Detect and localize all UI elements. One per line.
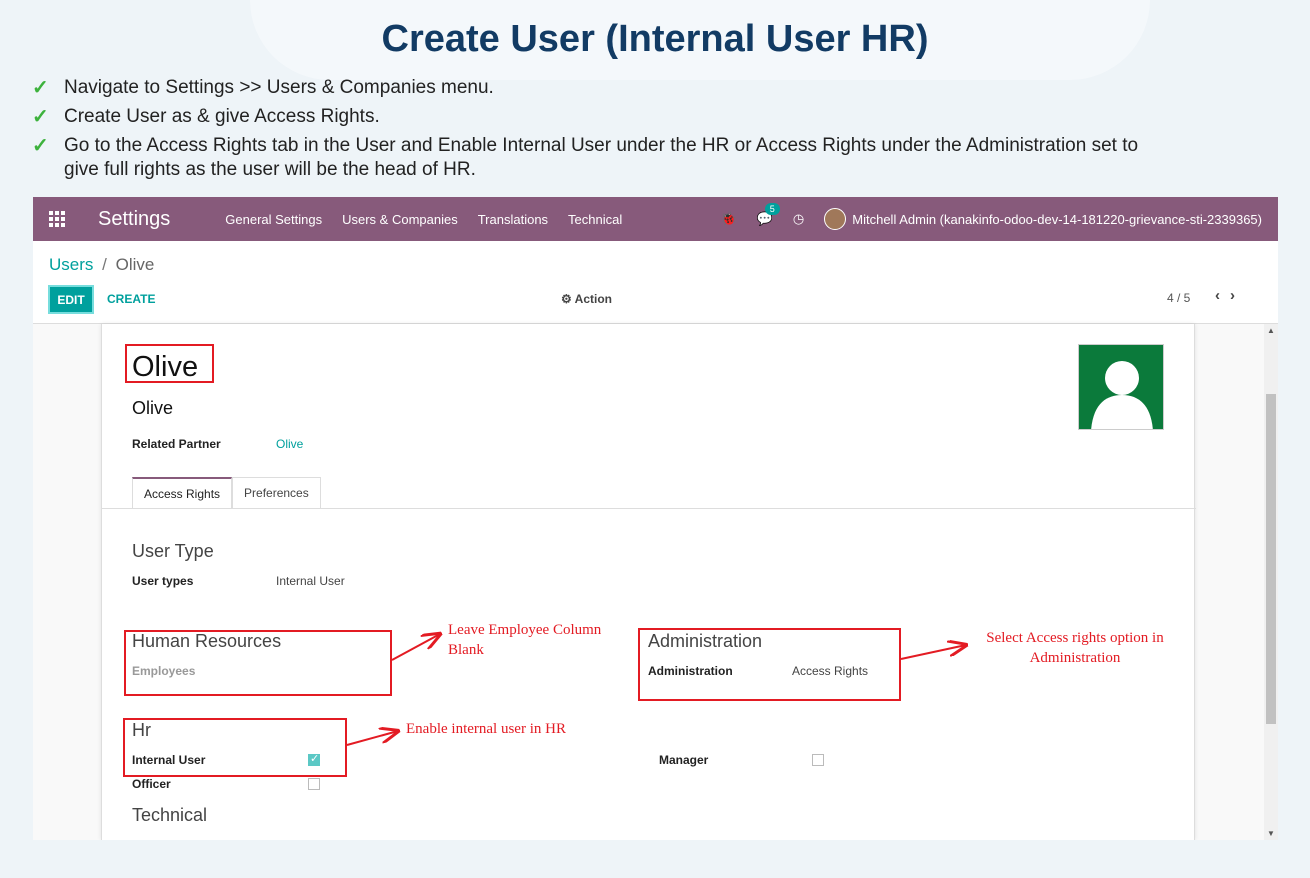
menu-users-companies[interactable]: Users & Companies xyxy=(342,212,458,227)
instruction-item: ✓ Navigate to Settings >> Users & Compan… xyxy=(32,76,1162,100)
app-name[interactable]: Settings xyxy=(98,208,170,231)
manager-checkbox[interactable] xyxy=(812,754,824,766)
hr-highlight-box xyxy=(123,718,347,777)
apps-grid-icon[interactable] xyxy=(49,211,65,227)
breadcrumb: Users / Olive xyxy=(49,255,154,275)
officer-checkbox[interactable] xyxy=(308,778,320,790)
pager-arrows: ‹› xyxy=(1215,287,1245,304)
breadcrumb-current: Olive xyxy=(115,255,155,274)
related-partner-label: Related Partner xyxy=(132,437,221,451)
menu-technical[interactable]: Technical xyxy=(568,212,622,227)
user-types-value[interactable]: Internal User xyxy=(276,574,345,588)
administration-highlight-box xyxy=(638,628,901,701)
tab-preferences[interactable]: Preferences xyxy=(232,477,321,509)
name-highlight-box xyxy=(125,344,214,383)
user-silhouette-icon xyxy=(1091,361,1153,429)
slide-title: Create User (Internal User HR) xyxy=(381,18,929,60)
check-icon: ✓ xyxy=(32,106,49,128)
chat-icon[interactable]: 💬 5 xyxy=(757,203,780,227)
instruction-text: Navigate to Settings >> Users & Companie… xyxy=(64,77,494,98)
related-partner-link[interactable]: Olive xyxy=(276,437,303,451)
bug-icon[interactable]: 🐞 xyxy=(721,211,737,227)
login-field[interactable]: Olive xyxy=(132,398,173,419)
scroll-down-icon[interactable]: ▼ xyxy=(1267,829,1275,838)
breadcrumb-users-link[interactable]: Users xyxy=(49,255,93,274)
user-avatar-image[interactable] xyxy=(1078,344,1164,430)
clock-icon[interactable]: ◷ xyxy=(793,211,804,227)
instruction-text: Create User as & give Access Rights. xyxy=(64,106,380,127)
message-count-badge: 5 xyxy=(764,203,780,215)
instruction-item: ✓ Go to the Access Rights tab in the Use… xyxy=(32,134,1162,182)
control-panel: Users / Olive EDIT CREATE ⚙ Action 4 / 5… xyxy=(33,241,1278,324)
chevron-left-icon[interactable]: ‹ xyxy=(1215,287,1230,304)
chevron-right-icon[interactable]: › xyxy=(1230,287,1245,304)
menu-general-settings[interactable]: General Settings xyxy=(225,212,322,227)
action-label: Action xyxy=(574,292,612,306)
instruction-text: Go to the Access Rights tab in the User … xyxy=(64,135,1139,180)
vertical-scrollbar[interactable]: ▲ ▼ xyxy=(1264,324,1278,840)
scroll-up-icon[interactable]: ▲ xyxy=(1267,326,1275,335)
main-menu: General Settings Users & Companies Trans… xyxy=(225,212,642,227)
employee-annotation: Leave Employee Column Blank xyxy=(448,622,602,658)
action-menu-button[interactable]: ⚙ Action xyxy=(561,292,612,306)
hr-annotation: Enable internal user in HR xyxy=(406,721,566,737)
pager-value[interactable]: 4 / 5 xyxy=(1167,291,1190,305)
officer-label: Officer xyxy=(132,777,171,791)
technical-title: Technical xyxy=(132,805,208,825)
administration-annotation: Select Access rights option in Administr… xyxy=(986,630,1164,666)
menu-translations[interactable]: Translations xyxy=(478,212,548,227)
form-tabs: Access Rights Preferences xyxy=(132,477,321,509)
user-type-title: User Type xyxy=(132,541,214,561)
tab-access-rights[interactable]: Access Rights xyxy=(132,477,233,509)
breadcrumb-separator: / xyxy=(102,255,107,274)
scrollbar-thumb[interactable] xyxy=(1266,394,1276,724)
check-icon: ✓ xyxy=(32,135,49,157)
top-navigation-bar: Settings General Settings Users & Compan… xyxy=(33,197,1278,241)
gear-icon: ⚙ xyxy=(561,292,572,306)
check-icon: ✓ xyxy=(32,77,49,99)
current-user-menu[interactable]: Mitchell Admin (kanakinfo-odoo-dev-14-18… xyxy=(852,212,1262,227)
user-types-label: User types xyxy=(132,574,194,588)
manager-label: Manager xyxy=(659,753,709,767)
employees-highlight-box xyxy=(124,630,392,696)
user-avatar[interactable] xyxy=(824,208,847,230)
instruction-list: ✓ Navigate to Settings >> Users & Compan… xyxy=(32,76,1162,187)
tab-divider xyxy=(102,508,1196,509)
create-button[interactable]: CREATE xyxy=(107,292,155,306)
edit-button[interactable]: EDIT xyxy=(48,285,94,314)
instruction-item: ✓ Create User as & give Access Rights. xyxy=(32,105,1162,129)
systray: 🐞 💬 5 ◷ Mitchell Admin (kanakinfo-odoo-d… xyxy=(721,197,1262,241)
